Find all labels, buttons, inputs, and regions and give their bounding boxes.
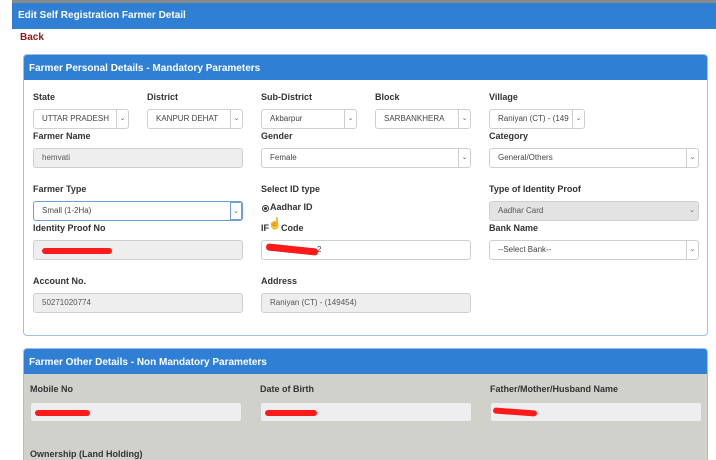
ifsc-code-field[interactable]: 2 [261, 240, 471, 260]
identity-proof-no-field[interactable] [33, 240, 243, 260]
personal-details-panel: Farmer Personal Details - Mandatory Para… [23, 54, 708, 336]
redaction-mark [265, 410, 317, 416]
other-details-panel: Farmer Other Details - Non Mandatory Par… [23, 348, 708, 460]
farmer-type-label: Farmer Type [33, 184, 87, 194]
redaction-mark [492, 407, 538, 417]
account-no-label: Account No. [33, 276, 86, 286]
identity-proof-type-value: Aadhar Card [498, 206, 544, 215]
id-type-label: Select ID type [261, 184, 321, 194]
redaction-mark [35, 410, 90, 416]
subdistrict-label: Sub-District [261, 92, 313, 102]
mobile-no-field[interactable] [30, 402, 242, 422]
page-header: Edit Self Registration Farmer Detail [12, 0, 716, 29]
relative-name-field[interactable] [490, 402, 702, 422]
subdistrict-select[interactable]: Akbarpur ⌄ [261, 109, 357, 129]
ownership-label: Ownership (Land Holding) [30, 449, 143, 459]
mouse-cursor-icon: ☝ [268, 218, 282, 230]
back-link[interactable]: Back [20, 32, 44, 43]
bank-name-select[interactable]: --Select Bank-- ⌄ [489, 240, 699, 260]
chevron-down-icon: ⌄ [230, 110, 242, 128]
bank-name-label: Bank Name [489, 223, 539, 233]
identity-proof-type-select[interactable]: Aadhar Card ⌄ [489, 201, 699, 221]
identity-proof-type-label: Type of Identity Proof [489, 184, 581, 194]
page-title: Edit Self Registration Farmer Detail [18, 10, 186, 21]
state-value: UTTAR PRADESH [42, 114, 109, 123]
chevron-down-icon: ⌄ [572, 110, 584, 128]
category-select[interactable]: General/Others ⌄ [489, 148, 699, 168]
category-label: Category [489, 131, 529, 141]
address-field[interactable]: Raniyan (CT) - (149454) [261, 293, 471, 313]
chevron-down-icon: ⌄ [686, 241, 698, 259]
village-select[interactable]: Raniyan (CT) - (149 ⌄ [489, 109, 585, 129]
farmer-name-field[interactable]: hemvati [33, 148, 243, 168]
ifsc-label-part2: Code [281, 223, 304, 233]
gender-label: Gender [261, 131, 293, 141]
farmer-type-select[interactable]: Small (1-2Ha) ⌄ [33, 201, 243, 221]
chevron-down-icon: ⌄ [458, 110, 470, 128]
category-value: General/Others [498, 153, 553, 162]
personal-details-header: Farmer Personal Details - Mandatory Para… [24, 55, 707, 80]
district-label: District [147, 92, 179, 102]
account-no-field[interactable]: 50271020774 [33, 293, 243, 313]
farmer-type-value: Small (1-2Ha) [42, 206, 92, 215]
block-value: SARBANKHERA [384, 114, 445, 123]
state-select[interactable]: UTTAR PRADESH ⌄ [33, 109, 129, 129]
farmer-name-label: Farmer Name [33, 131, 91, 141]
block-select[interactable]: SARBANKHERA ⌄ [375, 109, 471, 129]
dob-field[interactable] [260, 402, 472, 422]
dob-label: Date of Birth [260, 384, 314, 394]
chevron-down-icon: ⌄ [686, 149, 698, 167]
chevron-down-icon: ⌄ [689, 207, 695, 214]
state-label: State [33, 92, 56, 102]
bank-name-value: --Select Bank-- [498, 245, 552, 254]
chevron-down-icon: ⌄ [458, 149, 470, 167]
gender-value: Female [270, 153, 297, 162]
aadhar-id-radio[interactable] [262, 205, 269, 212]
district-value: KANPUR DEHAT [156, 114, 219, 123]
other-details-header: Farmer Other Details - Non Mandatory Par… [24, 349, 707, 374]
chevron-down-icon: ⌄ [230, 202, 242, 220]
redaction-mark [42, 248, 112, 254]
district-select[interactable]: KANPUR DEHAT ⌄ [147, 109, 243, 129]
chevron-down-icon: ⌄ [116, 110, 128, 128]
village-value: Raniyan (CT) - (149 [498, 114, 569, 123]
block-label: Block [375, 92, 400, 102]
address-label: Address [261, 276, 298, 286]
redaction-mark [265, 243, 319, 256]
ifsc-code-visible-value: 2 [317, 245, 322, 254]
other-details-heading: Farmer Other Details - Non Mandatory Par… [29, 357, 267, 368]
relative-name-label: Father/Mother/Husband Name [490, 384, 619, 394]
personal-details-heading: Farmer Personal Details - Mandatory Para… [29, 63, 261, 74]
aadhar-id-label[interactable]: Aadhar ID [270, 202, 313, 212]
subdistrict-value: Akbarpur [270, 114, 303, 123]
mobile-no-label: Mobile No [30, 384, 73, 394]
gender-select[interactable]: Female ⌄ [261, 148, 471, 168]
identity-proof-no-label: Identity Proof No [33, 223, 106, 233]
chevron-down-icon: ⌄ [344, 110, 356, 128]
village-label: Village [489, 92, 518, 102]
